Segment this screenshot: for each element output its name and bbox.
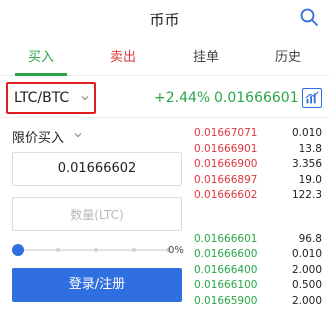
ask-price: 0.01666901	[194, 142, 258, 155]
header: 币币	[0, 0, 329, 38]
ask-qty: 19.0	[298, 173, 322, 186]
bid-price: 0.01666400	[194, 263, 258, 276]
bid-price: 0.01666600	[194, 248, 258, 260]
quantity-placeholder: 数量(LTC)	[70, 208, 124, 222]
slider-percent: 0%	[168, 245, 184, 256]
quantity-input[interactable]: 数量(LTC)	[12, 197, 182, 231]
price-input-value: 0.01666602	[57, 161, 137, 176]
pair-selector[interactable]: LTC/BTC	[6, 82, 96, 114]
chevron-down-icon	[81, 96, 89, 101]
slider-thumb[interactable]	[12, 244, 24, 256]
ask-row[interactable]: 0.01666602 122.3	[190, 188, 326, 204]
page-title: 币币	[149, 11, 180, 29]
active-tab-indicator	[15, 73, 67, 76]
bid-row[interactable]: 0.01666600 0.010	[190, 247, 326, 263]
ask-qty: 3.356	[291, 158, 322, 170]
book-spacer	[190, 204, 326, 232]
tab-history[interactable]: 历史	[247, 40, 329, 76]
bid-qty: 2.000	[291, 294, 322, 307]
tab-sell[interactable]: 卖出	[82, 40, 164, 76]
chevron-down-icon	[74, 133, 82, 138]
slider-track	[18, 249, 168, 251]
bid-row[interactable]: 0.01666100 0.500	[190, 278, 326, 294]
bid-price: 0.01666100	[194, 279, 258, 291]
bid-price: 0.01666601	[194, 232, 258, 245]
bid-row[interactable]: 0.01666601 96.8	[190, 232, 326, 248]
slider-step	[94, 248, 98, 252]
price-input[interactable]: 0.01666602	[12, 152, 182, 186]
pair-name: LTC/BTC	[14, 90, 70, 106]
order-type-select[interactable]: 限价买入	[12, 127, 64, 146]
divider	[0, 117, 329, 118]
ask-qty: 122.3	[291, 189, 322, 201]
ask-price: 0.01666897	[194, 173, 258, 186]
ask-row[interactable]: 0.01666897 19.0	[190, 173, 326, 189]
login-register-button[interactable]: 登录/注册	[12, 268, 182, 302]
price-change: +2.44%	[154, 90, 211, 106]
bid-qty: 2.000	[291, 263, 322, 276]
ask-price: 0.01666602	[194, 189, 258, 201]
amount-slider[interactable]	[12, 242, 172, 258]
bid-row[interactable]: 0.01665900 2.000	[190, 294, 326, 310]
ask-price: 0.01667071	[194, 127, 258, 139]
tab-open-orders[interactable]: 挂单	[165, 40, 247, 76]
ask-price: 0.01666900	[194, 158, 258, 170]
bid-row[interactable]: 0.01666400 2.000	[190, 263, 326, 279]
ask-qty: 13.8	[298, 142, 322, 155]
trade-tabs: 买入 卖出 挂单 历史	[0, 40, 329, 76]
ask-row[interactable]: 0.01667071 0.010	[190, 126, 326, 142]
bid-qty: 0.010	[291, 248, 322, 260]
slider-step	[132, 248, 136, 252]
ask-row[interactable]: 0.01666901 13.8	[190, 142, 326, 158]
ask-row[interactable]: 0.01666900 3.356	[190, 157, 326, 173]
slider-step	[56, 248, 60, 252]
chart-icon[interactable]	[302, 88, 322, 108]
bid-qty: 96.8	[298, 232, 322, 245]
pair-row: LTC/BTC +2.44% 0.01666601	[0, 80, 329, 116]
order-book: 0.01667071 0.010 0.01666901 13.8 0.01666…	[190, 126, 326, 309]
last-price: 0.01666601	[214, 90, 299, 106]
bid-price: 0.01665900	[194, 294, 258, 307]
ask-qty: 0.010	[291, 127, 322, 139]
tab-buy[interactable]: 买入	[0, 40, 82, 76]
search-icon[interactable]	[299, 7, 319, 27]
bid-qty: 0.500	[291, 279, 322, 291]
